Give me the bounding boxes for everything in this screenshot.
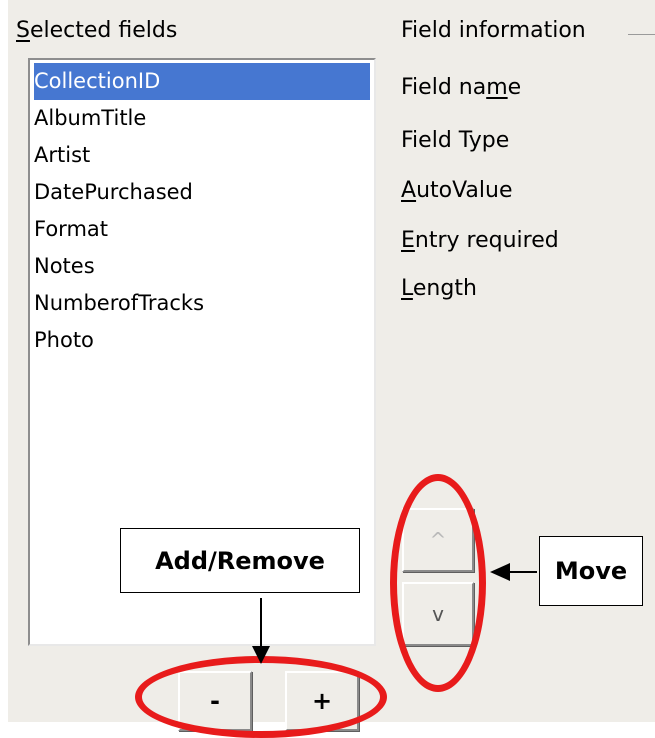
move-arrow-head <box>490 563 510 581</box>
add-remove-arrow-head <box>252 646 270 664</box>
callout-arrows <box>252 563 537 664</box>
